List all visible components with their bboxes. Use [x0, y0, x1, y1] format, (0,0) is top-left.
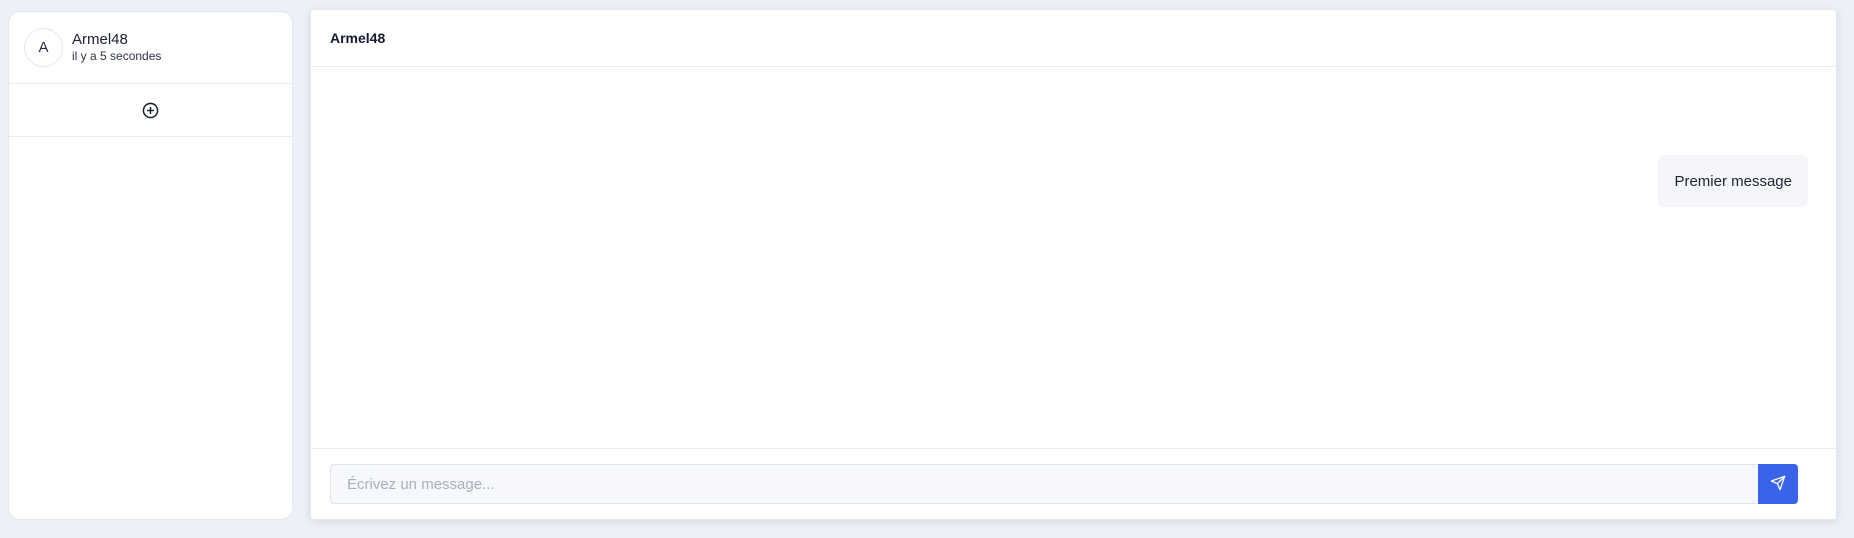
chat-app: A Armel48 il y a 5 secondes Armel48 Prem…: [0, 0, 1854, 538]
conversation-sidebar: A Armel48 il y a 5 secondes: [8, 11, 293, 520]
plus-circle-icon: [142, 102, 159, 119]
new-conversation-button[interactable]: [9, 84, 292, 137]
chat-panel: Armel48 Premier message: [310, 9, 1837, 520]
send-icon: [1770, 475, 1786, 494]
conversation-item[interactable]: A Armel48 il y a 5 secondes: [9, 12, 292, 84]
chat-header: Armel48: [311, 10, 1836, 67]
composer-input-group: [330, 464, 1798, 504]
conversation-name: Armel48: [72, 31, 128, 48]
avatar: A: [24, 28, 63, 67]
message-bubble: Premier message: [1658, 155, 1808, 207]
message-input[interactable]: [330, 464, 1758, 504]
message-list: Premier message: [311, 67, 1836, 458]
conversation-text: Armel48 il y a 5 secondes: [72, 31, 161, 64]
conversation-time: il y a 5 secondes: [72, 49, 162, 63]
send-button[interactable]: [1758, 464, 1798, 504]
chat-title: Armel48: [330, 30, 386, 46]
message-composer: [311, 448, 1836, 519]
